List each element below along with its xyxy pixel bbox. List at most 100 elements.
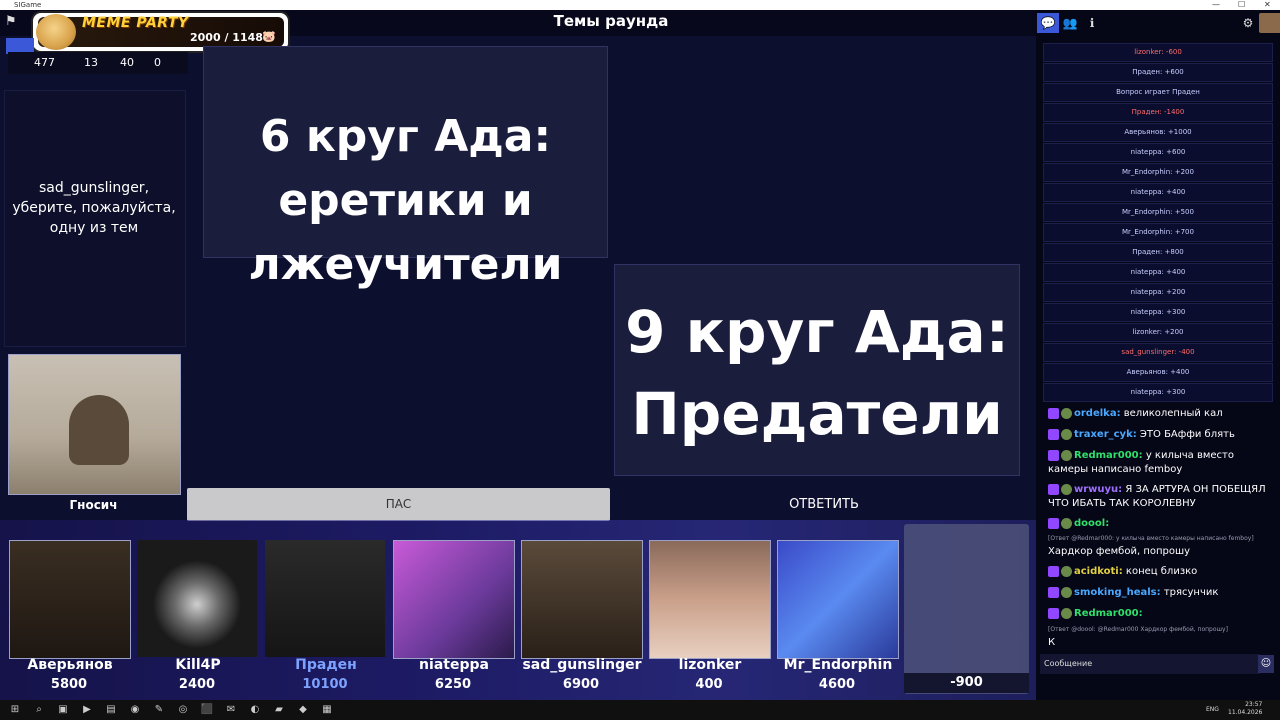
user-avatar-icon <box>1061 407 1072 419</box>
player-name: niateppa <box>419 657 489 673</box>
clock-date: 11.04.2026 <box>1228 709 1263 716</box>
history-row: Аверьянов: +400 <box>1043 363 1273 382</box>
twitch-badge-icon <box>1048 586 1059 598</box>
player-camera <box>777 540 899 659</box>
host-message: sad_gunslinger, уберите, пожалуйста, одн… <box>12 180 176 236</box>
player-camera <box>9 540 131 659</box>
chat-username[interactable]: smoking_heals: <box>1074 587 1161 598</box>
overlay-count: 2000 / 11488 <box>190 31 271 44</box>
player-camera <box>649 540 771 659</box>
taskbar-app-icon[interactable]: ✎ <box>152 703 166 717</box>
info-tab-icon[interactable]: ℹ <box>1081 13 1103 33</box>
taskbar-app-icon[interactable]: ✉ <box>224 703 238 717</box>
player-camera <box>521 540 643 659</box>
folder-icon[interactable]: ▰ <box>272 703 286 717</box>
taskbar-app-icon[interactable]: ◎ <box>176 703 190 717</box>
player-card[interactable]: Аверьянов 5800 <box>9 540 131 698</box>
answer-button[interactable]: ОТВЕТИТЬ <box>614 488 1034 521</box>
twitch-badge-icon <box>1048 517 1059 529</box>
history-row: niateppa: +300 <box>1043 383 1273 402</box>
chat-tab-icon[interactable]: 💬 <box>1037 13 1059 33</box>
pig-icon: 🐷 <box>262 30 276 43</box>
chat-message: doool: <box>1048 517 1270 531</box>
players-tab-icon[interactable]: 👥 <box>1059 13 1081 33</box>
chat-username[interactable]: Redmar000: <box>1074 608 1143 619</box>
stat-w: 0 <box>154 56 161 69</box>
language-indicator[interactable]: ENG <box>1206 706 1219 713</box>
player-card[interactable]: Mr_Endorphin 4600 <box>777 540 899 698</box>
window-titlebar: SIGame — ☐ ✕ <box>0 0 1280 10</box>
search-icon[interactable]: ⌕ <box>32 703 46 717</box>
topic-text: 9 круг Ада: Предатели <box>625 298 1009 448</box>
chat-text: трясунчик <box>1163 587 1219 598</box>
taskbar-app-icon[interactable]: ⬛ <box>200 703 214 717</box>
history-row: lizonker: -600 <box>1043 43 1273 62</box>
pass-button[interactable]: ПАС <box>187 488 610 521</box>
user-avatar-icon <box>1061 449 1072 461</box>
topic-card-2[interactable]: 9 круг Ада: Предатели <box>614 264 1020 476</box>
user-avatar-icon <box>1061 517 1072 529</box>
player-score: 6250 <box>434 677 472 692</box>
chat-username[interactable]: Redmar000: <box>1074 450 1143 461</box>
player-name: Праден <box>295 657 357 673</box>
user-avatar-icon <box>1061 607 1072 619</box>
history-row: sad_gunslinger: -400 <box>1043 343 1273 362</box>
taskbar <box>0 700 1280 720</box>
stat-kick: 13 <box>84 56 98 69</box>
player-name: Mr_Endorphin <box>783 657 893 673</box>
history-row: Аверьянов: +1000 <box>1043 123 1273 142</box>
user-avatar-icon <box>1061 565 1072 577</box>
player-score: 5800 <box>50 677 88 692</box>
browser-icon[interactable]: ◉ <box>128 703 142 717</box>
player-card[interactable]: Праден 10100 <box>265 540 387 698</box>
history-row: niateppa: +300 <box>1043 303 1273 322</box>
minimize-button[interactable]: — <box>1212 0 1220 10</box>
player-camera <box>137 540 257 657</box>
close-button[interactable]: ✕ <box>1264 0 1271 10</box>
user-avatar-icon <box>1061 483 1072 495</box>
taskbar-app-icon[interactable]: ▶ <box>80 703 94 717</box>
taskbar-app-icon[interactable]: ▤ <box>104 703 118 717</box>
taskbar-app-icon[interactable]: ◆ <box>296 703 310 717</box>
empty-slot-score: -900 <box>904 673 1029 693</box>
chat-input[interactable]: Сообщение <box>1040 654 1260 674</box>
taskbar-app-icon[interactable]: ▣ <box>56 703 70 717</box>
windows-start-icon[interactable]: ⊞ <box>8 703 22 717</box>
player-card[interactable]: Kill4P 2400 <box>137 540 259 698</box>
player-card[interactable]: lizonker 400 <box>649 540 771 698</box>
chat-message: Хардкор фембой, попрошу <box>1048 545 1270 559</box>
history-row: Праден: +600 <box>1043 63 1273 82</box>
player-card[interactable]: sad_gunslinger 6900 <box>521 540 643 698</box>
chat-message: ordelka: великолепный кал <box>1048 407 1270 421</box>
history-row: niateppa: +400 <box>1043 183 1273 202</box>
chat-text: конец близко <box>1125 566 1198 577</box>
chat-username[interactable]: traxer_cyk: <box>1074 429 1137 440</box>
chat-username[interactable]: acidkoti: <box>1074 566 1123 577</box>
avatar[interactable] <box>1259 13 1280 33</box>
chat-username[interactable]: wrwuyu: <box>1074 484 1122 495</box>
chat-message: acidkoti: конец близко <box>1048 565 1270 579</box>
chat-username[interactable]: doool: <box>1074 518 1109 529</box>
chat-text: ЭТО БАффи блять <box>1139 429 1235 440</box>
topic-card-1[interactable]: 6 круг Ада: еретики и лжеучители <box>203 46 608 290</box>
stat-viewers: 477 <box>34 56 55 69</box>
twitch-badge-icon <box>1048 483 1059 495</box>
stat-live: 40 <box>120 56 134 69</box>
history-row: Вопрос играет Праден <box>1043 83 1273 102</box>
player-score: 4600 <box>818 677 856 692</box>
maximize-button[interactable]: ☐ <box>1238 0 1245 10</box>
history-row: Праден: +800 <box>1043 243 1273 262</box>
taskbar-app-icon[interactable]: ▦ <box>320 703 334 717</box>
emoji-icon[interactable]: ☺ <box>1258 655 1274 673</box>
gear-icon[interactable]: ⚙ <box>1237 13 1259 33</box>
empty-player-slot[interactable] <box>904 524 1029 694</box>
twitch-badge-icon <box>1048 449 1059 461</box>
overlay-title: MEME PARTY <box>82 15 189 31</box>
clock[interactable]: 23:57 11.04.2026 <box>1228 701 1262 717</box>
window-title: SIGame <box>14 1 42 9</box>
player-camera <box>265 540 385 657</box>
player-card[interactable]: niateppa 6250 <box>393 540 515 698</box>
taskbar-app-icon[interactable]: ◐ <box>248 703 262 717</box>
chat-username[interactable]: ordelka: <box>1074 408 1121 419</box>
history-row: lizonker: +200 <box>1043 323 1273 342</box>
